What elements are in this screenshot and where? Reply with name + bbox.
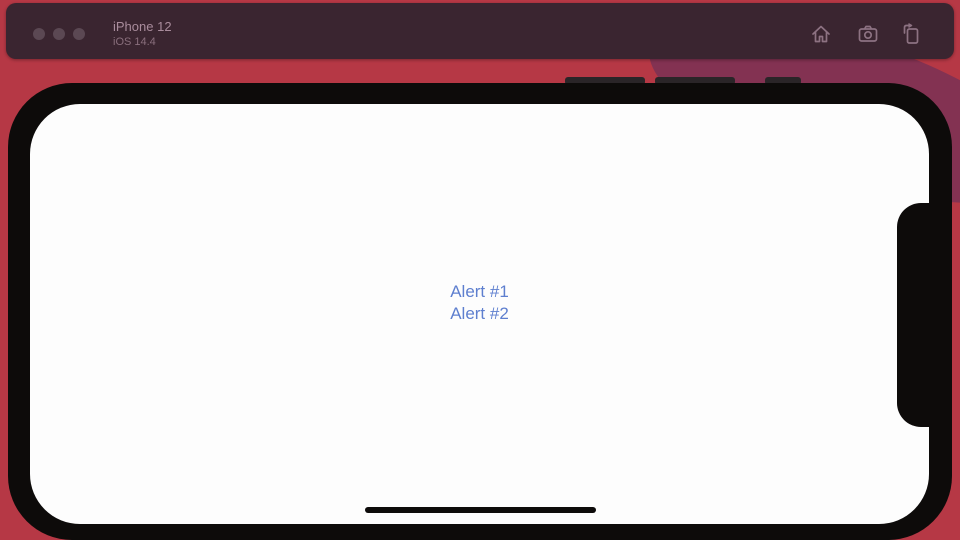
screenshot-icon: [858, 25, 878, 42]
simulator-toolbar: iPhone 12 iOS 14.4: [6, 3, 954, 59]
rotate-icon: [903, 23, 919, 44]
screenshot-button[interactable]: [857, 23, 879, 45]
sensor-notch: [897, 203, 947, 427]
minimize-window-button[interactable]: [53, 28, 65, 40]
home-indicator[interactable]: [365, 507, 596, 513]
device-name: iPhone 12: [113, 19, 172, 34]
zoom-window-button[interactable]: [73, 28, 85, 40]
rotate-button[interactable]: [901, 23, 923, 45]
alert-1-button[interactable]: Alert #1: [30, 281, 929, 303]
device-os-version: iOS 14.4: [113, 36, 156, 48]
device-screen: Alert #1 Alert #2: [30, 104, 929, 524]
alert-2-button[interactable]: Alert #2: [30, 303, 929, 325]
home-icon: [812, 25, 830, 43]
close-window-button[interactable]: [33, 28, 45, 40]
home-button[interactable]: [810, 23, 832, 45]
